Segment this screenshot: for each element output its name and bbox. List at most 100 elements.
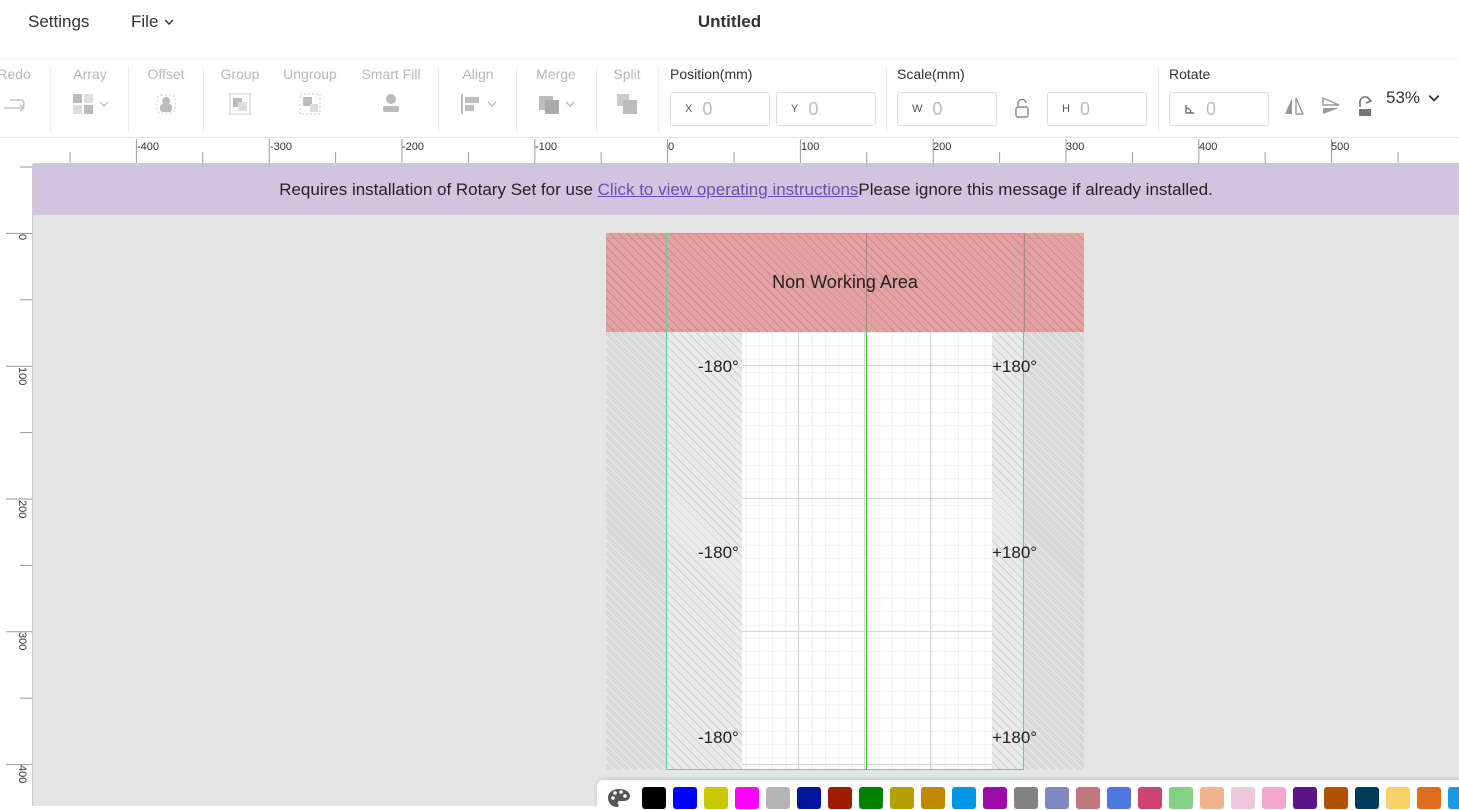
notice-text: Requires installation of Rotary Set for … <box>279 179 593 199</box>
non-working-area: Non Working Area <box>606 233 1084 332</box>
ruler-top: -400 -300 -200 -100 0 100 200 300 400 50… <box>33 139 1459 164</box>
position-x-field[interactable]: X 0 <box>670 92 770 126</box>
offset-icon <box>156 94 176 114</box>
rotate-label: Rotate <box>1169 66 1211 82</box>
ungroup-icon <box>299 93 321 115</box>
ruler-top-label: 200 <box>933 141 952 153</box>
scale-w-value: 0 <box>932 98 943 119</box>
ruler-corner <box>6 139 33 164</box>
zoom-select[interactable]: 53% <box>1386 88 1440 108</box>
ruler-top-label: -300 <box>270 141 293 153</box>
ruler-left-label: 200 <box>16 500 28 519</box>
ruler-top-label: 500 <box>1331 141 1350 153</box>
align-button[interactable]: Align <box>450 66 506 132</box>
ruler-top-label: -200 <box>402 141 425 153</box>
angle-label-left: -180° <box>698 357 739 376</box>
rotary-notice: Requires installation of Rotary Set for … <box>33 164 1459 215</box>
flip-horizontal-icon[interactable] <box>1283 96 1305 116</box>
chevron-down-icon <box>487 101 497 107</box>
merge-label: Merge <box>536 66 576 82</box>
document-title: Untitled <box>697 12 762 31</box>
scale-w-field[interactable]: W 0 <box>897 92 997 126</box>
angle-label-left: -180° <box>698 728 739 747</box>
merge-button[interactable]: Merge <box>528 66 584 132</box>
offset-label: Offset <box>147 66 185 82</box>
angle-label-left: -180° <box>698 543 739 562</box>
angle-label-right: +180° <box>992 357 1038 376</box>
ruler-top-label: 300 <box>1066 141 1085 153</box>
ruler-top-label: -400 <box>137 141 160 153</box>
ruler-top-label: -100 <box>535 141 558 153</box>
notice-suffix: Please ignore this message if already in… <box>858 179 1213 199</box>
chevron-down-icon <box>164 19 174 25</box>
settings-menu[interactable]: Settings <box>28 12 89 32</box>
file-label: File <box>131 12 159 31</box>
toolbar: Redo Array Offset Group Ungroup Smart Fi… <box>0 62 1459 138</box>
palette-icon[interactable] <box>607 788 631 808</box>
canvas[interactable]: Requires installation of Rotary Set for … <box>33 164 1459 806</box>
file-menu[interactable]: File <box>131 12 174 32</box>
work-area[interactable]: Non Working Area -180° -180° -180° +180°… <box>606 233 1084 770</box>
angle-label-right: +180° <box>992 543 1038 562</box>
chevron-down-icon <box>565 101 575 107</box>
ruler-top-ticks <box>69 139 1399 163</box>
settings-label: Settings <box>28 12 90 31</box>
merge-icon <box>539 96 559 114</box>
split-label: Split <box>613 66 641 82</box>
center-line <box>866 332 867 770</box>
ruler-left-label: 0 <box>16 234 28 241</box>
position-y-value: 0 <box>808 98 819 119</box>
top-bar: Settings File Untitled <box>0 0 1459 58</box>
chevron-down-icon <box>99 101 109 107</box>
scale-label: Scale(mm) <box>897 66 965 82</box>
zoom-value: 53% <box>1386 88 1421 107</box>
group-icon <box>229 93 251 115</box>
chevron-down-icon <box>1428 95 1440 102</box>
instructions-link[interactable]: Click to view operating instructions <box>598 180 859 200</box>
array-label: Array <box>73 66 107 82</box>
ruler-left-label: 100 <box>16 367 28 386</box>
working-grid[interactable] <box>742 332 992 770</box>
y-prefix: Y <box>791 103 799 115</box>
h-prefix: H <box>1062 103 1070 115</box>
redo-button[interactable]: Redo <box>0 66 34 132</box>
ungroup-button[interactable]: Ungroup <box>276 66 344 132</box>
array-button[interactable]: Array <box>64 66 116 132</box>
ruler-left-label: 400 <box>16 765 28 784</box>
smart-fill-label: Smart Fill <box>361 66 421 82</box>
ruler-top-label: 100 <box>801 141 820 153</box>
array-icon <box>73 94 93 114</box>
ungroup-label: Ungroup <box>283 66 337 82</box>
rotate-90-icon[interactable] <box>1356 94 1376 118</box>
ruler-top-label: 400 <box>1199 141 1218 153</box>
align-label: Align <box>462 66 494 82</box>
x-prefix: X <box>685 103 693 115</box>
ruler-left: 0 100 200 300 400 <box>6 164 33 806</box>
position-label: Position(mm) <box>670 66 753 82</box>
ruler-left-label: 300 <box>16 632 28 651</box>
split-icon <box>617 94 637 114</box>
position-x-value: 0 <box>702 98 713 119</box>
scale-h-value: 0 <box>1079 98 1090 119</box>
group-label: Group <box>220 66 260 82</box>
redo-label: Redo <box>0 66 31 82</box>
non-working-label: Non Working Area <box>772 272 918 292</box>
angle-label-right: +180° <box>992 728 1038 747</box>
lock-icon[interactable] <box>1014 98 1030 118</box>
flip-vertical-icon[interactable] <box>1321 96 1343 116</box>
rotate-value: 0 <box>1206 98 1217 119</box>
redo-icon <box>4 99 26 112</box>
align-icon <box>461 94 479 114</box>
smart-fill-icon <box>383 94 399 112</box>
w-prefix: W <box>912 103 923 115</box>
group-button[interactable]: Group <box>214 66 266 132</box>
position-y-field[interactable]: Y 0 <box>776 92 876 126</box>
angle-icon <box>1185 105 1194 114</box>
offset-button[interactable]: Offset <box>140 66 192 132</box>
split-button[interactable]: Split <box>606 66 648 132</box>
scale-h-field[interactable]: H 0 <box>1047 92 1147 126</box>
ruler-left-ticks <box>6 166 32 766</box>
smart-fill-button[interactable]: Smart Fill <box>356 66 426 132</box>
rotate-field[interactable]: 0 <box>1169 92 1269 126</box>
ruler-top-label: 0 <box>668 141 675 153</box>
